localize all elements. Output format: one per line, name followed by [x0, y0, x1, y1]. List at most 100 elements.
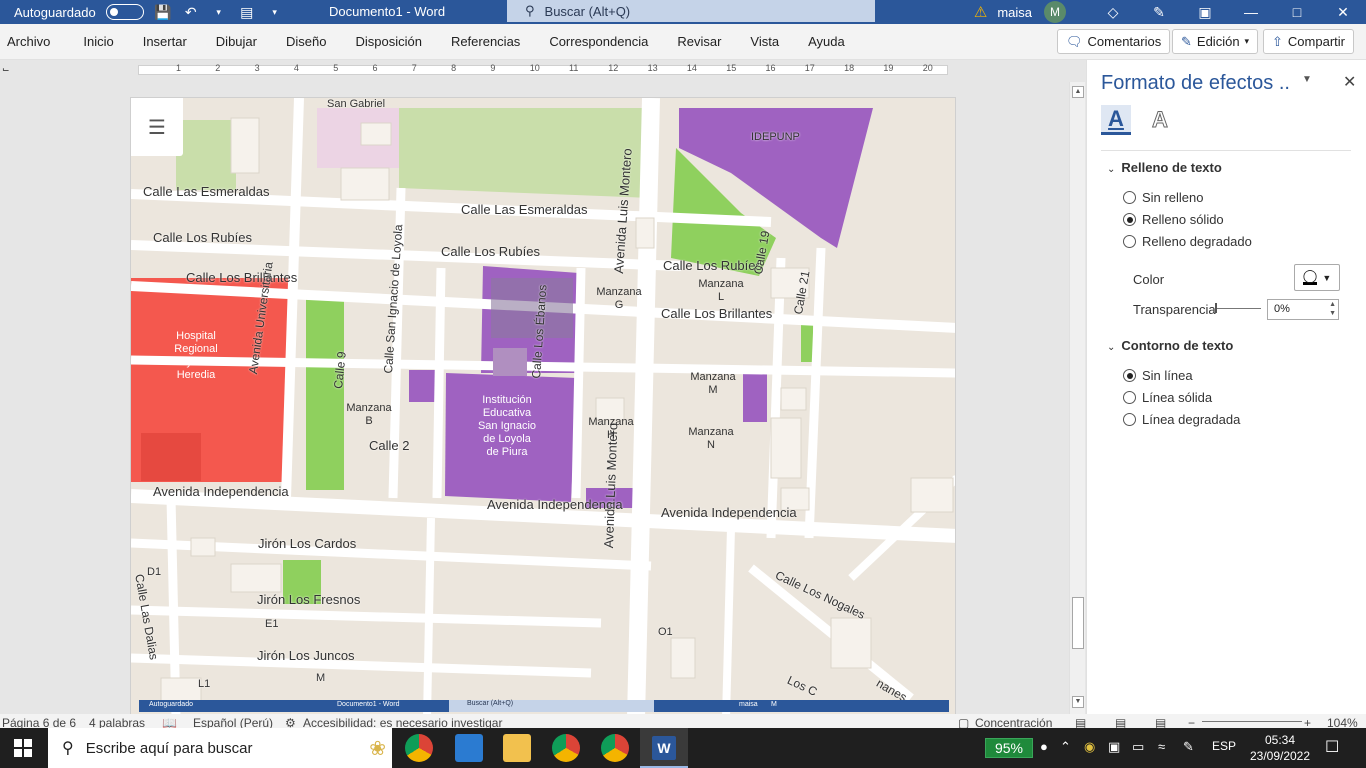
pen-icon[interactable]: ✎: [1150, 4, 1168, 21]
notifications-icon[interactable]: ☐: [1325, 737, 1339, 757]
word-count[interactable]: 4 palabras: [89, 716, 145, 728]
meet-now-icon[interactable]: ▣: [1108, 739, 1120, 755]
warning-icon[interactable]: ⚠: [974, 3, 987, 21]
autosave-toggle[interactable]: [105, 4, 144, 20]
map-label-line: H: [607, 429, 615, 441]
spin-down-icon[interactable]: ▼: [1329, 310, 1336, 317]
format-effects-pane: Formato de efectos .. ▼ ✕ A A ⌄ Relleno d…: [1086, 60, 1366, 714]
pen-workspace-icon[interactable]: ✎: [1183, 739, 1194, 755]
tab-referencias[interactable]: Referencias: [451, 34, 532, 49]
text-fill-section-header[interactable]: ⌄ Relleno de texto: [1107, 160, 1222, 175]
search-box[interactable]: ⚲ Buscar (Alt+Q): [507, 0, 875, 22]
tab-dibujar[interactable]: Dibujar: [216, 34, 269, 49]
ruler-number: 13: [647, 63, 658, 73]
text-outline-section-header[interactable]: ⌄ Contorno de texto: [1107, 338, 1233, 353]
diamond-icon[interactable]: ◇: [1104, 4, 1122, 21]
word-taskbar-button[interactable]: W: [640, 728, 688, 768]
radio-no-line[interactable]: Sin línea: [1123, 368, 1193, 383]
tab-insertar[interactable]: Insertar: [143, 34, 199, 49]
map-label-line: de Loyola: [483, 433, 531, 445]
language[interactable]: Español (Perú): [193, 716, 273, 728]
map-label-line: Manzana: [698, 278, 744, 290]
print-layout-icon[interactable]: ▤: [1115, 716, 1126, 728]
chevron-up-icon[interactable]: ⌃: [1060, 739, 1071, 755]
radio-gradient-fill[interactable]: Relleno degradado: [1123, 234, 1252, 249]
web-layout-icon[interactable]: ▤: [1155, 716, 1166, 728]
transparency-slider-track[interactable]: [1217, 308, 1261, 309]
repeat-icon[interactable]: ▤: [238, 4, 256, 21]
battery-indicator[interactable]: 95%: [985, 738, 1033, 758]
clock-date: 23/09/2022: [1249, 749, 1311, 763]
undo-icon[interactable]: ↶: [182, 4, 200, 21]
map-label-line: N: [707, 439, 715, 451]
radio-solid-fill[interactable]: Relleno sólido: [1123, 212, 1224, 227]
minimize-icon[interactable]: —: [1242, 4, 1260, 20]
proofing-icon[interactable]: 📖: [162, 716, 177, 728]
vertical-scrollbar[interactable]: ▲ ▼: [1069, 82, 1085, 714]
radio-selected-icon: [1123, 369, 1136, 382]
chrome-profile-icon[interactable]: [552, 734, 580, 762]
tab-inicio[interactable]: Inicio: [83, 34, 125, 49]
radio-selected-icon: [1123, 213, 1136, 226]
document-page[interactable]: San Gabriel IDEPUNP Calle Las Esmeraldas Ca…: [130, 97, 956, 714]
tab-revisar[interactable]: Revisar: [677, 34, 733, 49]
radio-solid-line[interactable]: Línea sólida: [1123, 390, 1212, 405]
accessibility-status[interactable]: Accesibilidad: es necesario investigar: [303, 716, 502, 728]
text-effects-tab[interactable]: A: [1145, 105, 1175, 135]
tab-vista[interactable]: Vista: [750, 34, 791, 49]
save-icon[interactable]: 💾: [154, 4, 172, 21]
tab-disposicion[interactable]: Disposición: [355, 34, 433, 49]
radio-gradient-line[interactable]: Línea degradada: [1123, 412, 1240, 427]
comments-button[interactable]: 🗨 Comentarios: [1057, 29, 1171, 54]
radio-no-fill[interactable]: Sin relleno: [1123, 190, 1203, 205]
transparency-input[interactable]: 0% ▲ ▼: [1267, 299, 1339, 320]
pane-close-icon[interactable]: ✕: [1343, 72, 1356, 92]
wifi-icon[interactable]: ≈: [1158, 739, 1165, 754]
spin-up-icon[interactable]: ▲: [1329, 301, 1336, 308]
ribbon-display-icon[interactable]: ▣: [1196, 4, 1214, 21]
chrome-icon[interactable]: [405, 734, 433, 762]
map-menu-icon[interactable]: ☰: [131, 98, 183, 156]
taskbar-search[interactable]: ⚲ Escribe aquí para buscar ❀: [48, 728, 392, 768]
zoom-slider[interactable]: [1202, 721, 1302, 722]
tab-archivo[interactable]: Archivo: [7, 34, 62, 49]
security-icon[interactable]: ◉: [1084, 739, 1095, 755]
battery-icon[interactable]: ▭: [1132, 739, 1144, 755]
clock[interactable]: 05:34 23/09/2022: [1248, 732, 1312, 764]
user-name[interactable]: maisa: [997, 5, 1032, 20]
file-explorer-icon[interactable]: [503, 734, 531, 762]
transparency-slider-knob[interactable]: [1215, 303, 1217, 313]
input-language[interactable]: ESP: [1212, 739, 1236, 753]
read-mode-icon[interactable]: ▤: [1075, 716, 1086, 728]
calendar-app-icon[interactable]: [455, 734, 483, 762]
avatar[interactable]: M: [1044, 1, 1066, 23]
customize-toolbar-icon[interactable]: ▾: [266, 7, 284, 18]
text-fill-outline-tab[interactable]: A: [1101, 105, 1131, 135]
zoom-in-icon[interactable]: +: [1304, 716, 1311, 728]
color-picker-button[interactable]: ◯ ▼: [1294, 264, 1340, 291]
close-icon[interactable]: ✕: [1334, 4, 1352, 21]
share-button[interactable]: ⇧ Compartir: [1263, 29, 1354, 54]
scroll-thumb[interactable]: [1072, 597, 1084, 649]
scroll-up-icon[interactable]: ▲: [1072, 86, 1084, 98]
tab-diseno[interactable]: Diseño: [286, 34, 338, 49]
chrome-profile-2-icon[interactable]: [601, 734, 629, 762]
page-count[interactable]: Página 6 de 6: [2, 716, 76, 728]
zoom-out-icon[interactable]: −: [1188, 716, 1195, 728]
share-icon: ⇧: [1272, 33, 1283, 49]
maximize-icon[interactable]: □: [1288, 4, 1306, 20]
map-label-o1: O1: [658, 626, 673, 638]
editing-button[interactable]: ✎ Edición ▾: [1172, 29, 1259, 54]
focus-icon: ▢: [958, 716, 970, 728]
tab-ayuda[interactable]: Ayuda: [808, 34, 857, 49]
microphone-icon[interactable]: ●: [1040, 739, 1048, 754]
tab-stop-icon[interactable]: ⌙: [2, 64, 10, 75]
zoom-level[interactable]: 104%: [1327, 716, 1358, 728]
undo-dropdown-icon[interactable]: ▾: [210, 7, 228, 18]
tab-correspondencia[interactable]: Correspondencia: [549, 34, 660, 49]
windows-start-icon[interactable]: [14, 739, 32, 757]
scroll-down-icon[interactable]: ▼: [1072, 696, 1084, 708]
focus-mode[interactable]: Concentración: [975, 716, 1052, 728]
horizontal-ruler[interactable]: ⌙ 1 2 3 4 5 6 7 8 9 10 11 12 13 14 15 16 17 18 19 20: [0, 60, 1086, 78]
pane-options-icon[interactable]: ▼: [1302, 74, 1312, 85]
